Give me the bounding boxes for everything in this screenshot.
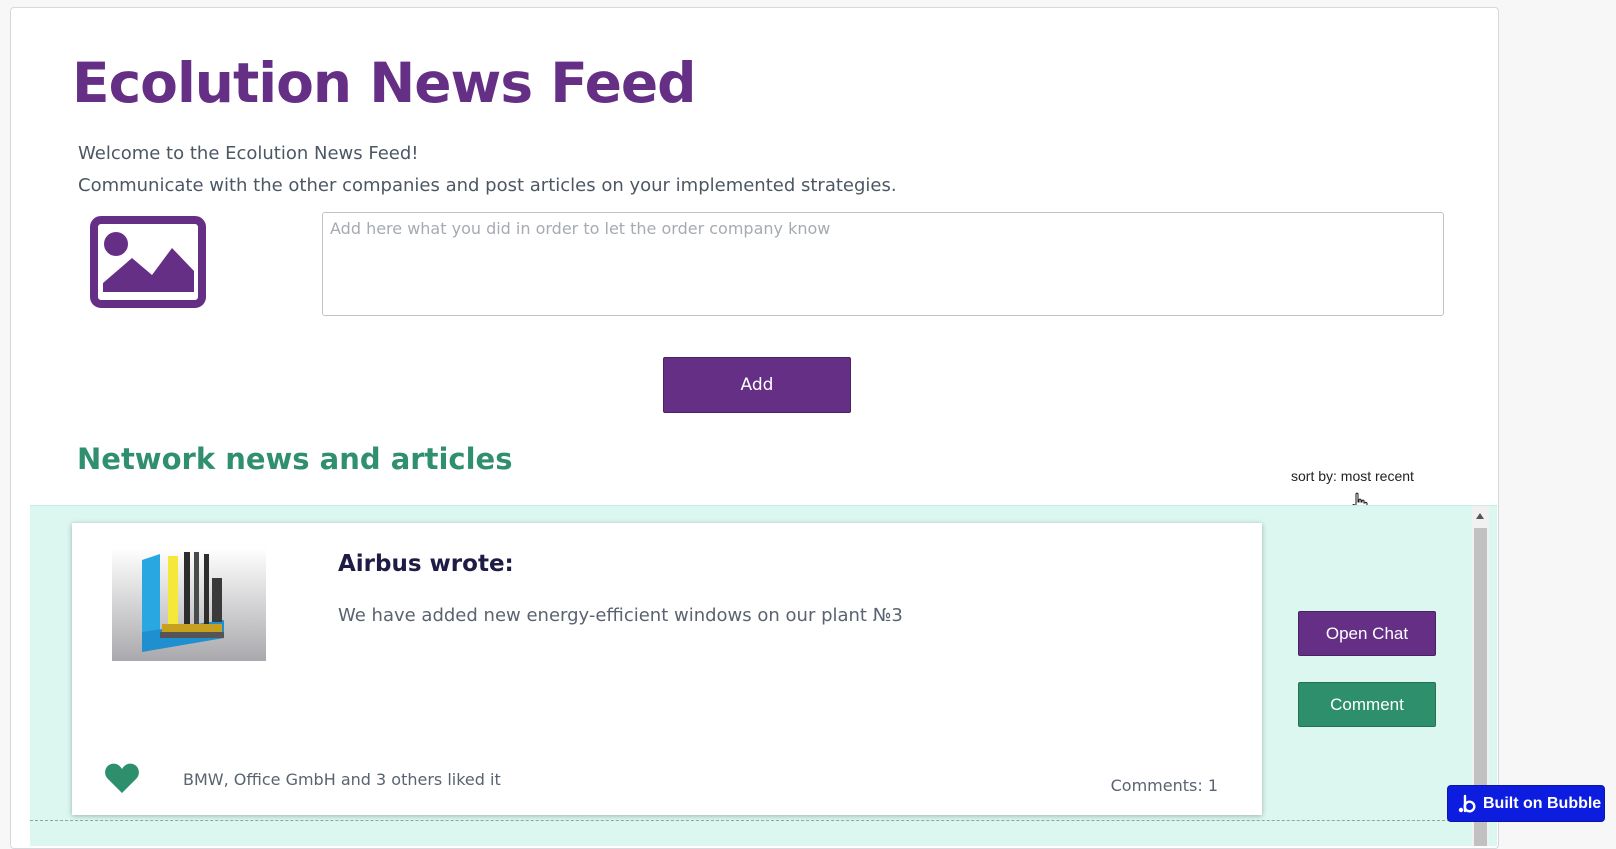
news-feed: Airbus wrote: We have added new energy-e… [30, 505, 1497, 846]
welcome-text: Welcome to the Ecolution News Feed! Comm… [78, 138, 897, 202]
comments-count: Comments: 1 [1110, 776, 1218, 795]
post-message: We have added new energy-efficient windo… [338, 605, 903, 626]
post-image [112, 548, 266, 661]
page-container: Ecolution News Feed Welcome to the Ecolu… [10, 7, 1499, 849]
welcome-line-1: Welcome to the Ecolution News Feed! [78, 143, 419, 164]
open-chat-button[interactable]: Open Chat [1298, 611, 1436, 656]
post-input[interactable] [322, 212, 1444, 316]
image-upload-icon[interactable] [90, 216, 206, 310]
comment-button[interactable]: Comment [1298, 682, 1436, 727]
built-on-bubble-badge[interactable]: Built on Bubble [1447, 785, 1605, 822]
page-title: Ecolution News Feed [72, 51, 697, 115]
scroll-up-arrow-icon[interactable] [1476, 513, 1484, 519]
section-title: Network news and articles [77, 442, 513, 476]
post-divider [30, 820, 1480, 821]
post-card: Airbus wrote: We have added new energy-e… [72, 523, 1262, 815]
add-button[interactable]: Add [663, 357, 851, 413]
post-author: Airbus wrote: [338, 551, 514, 577]
welcome-line-2: Communicate with the other companies and… [78, 175, 897, 196]
heart-icon[interactable] [104, 761, 140, 795]
badge-label: Built on Bubble [1483, 794, 1602, 812]
sort-dropdown[interactable]: sort by: most recent [1291, 468, 1414, 484]
bubble-logo-icon [1458, 794, 1476, 813]
likes-text: BMW, Office GmbH and 3 others liked it [183, 770, 501, 789]
